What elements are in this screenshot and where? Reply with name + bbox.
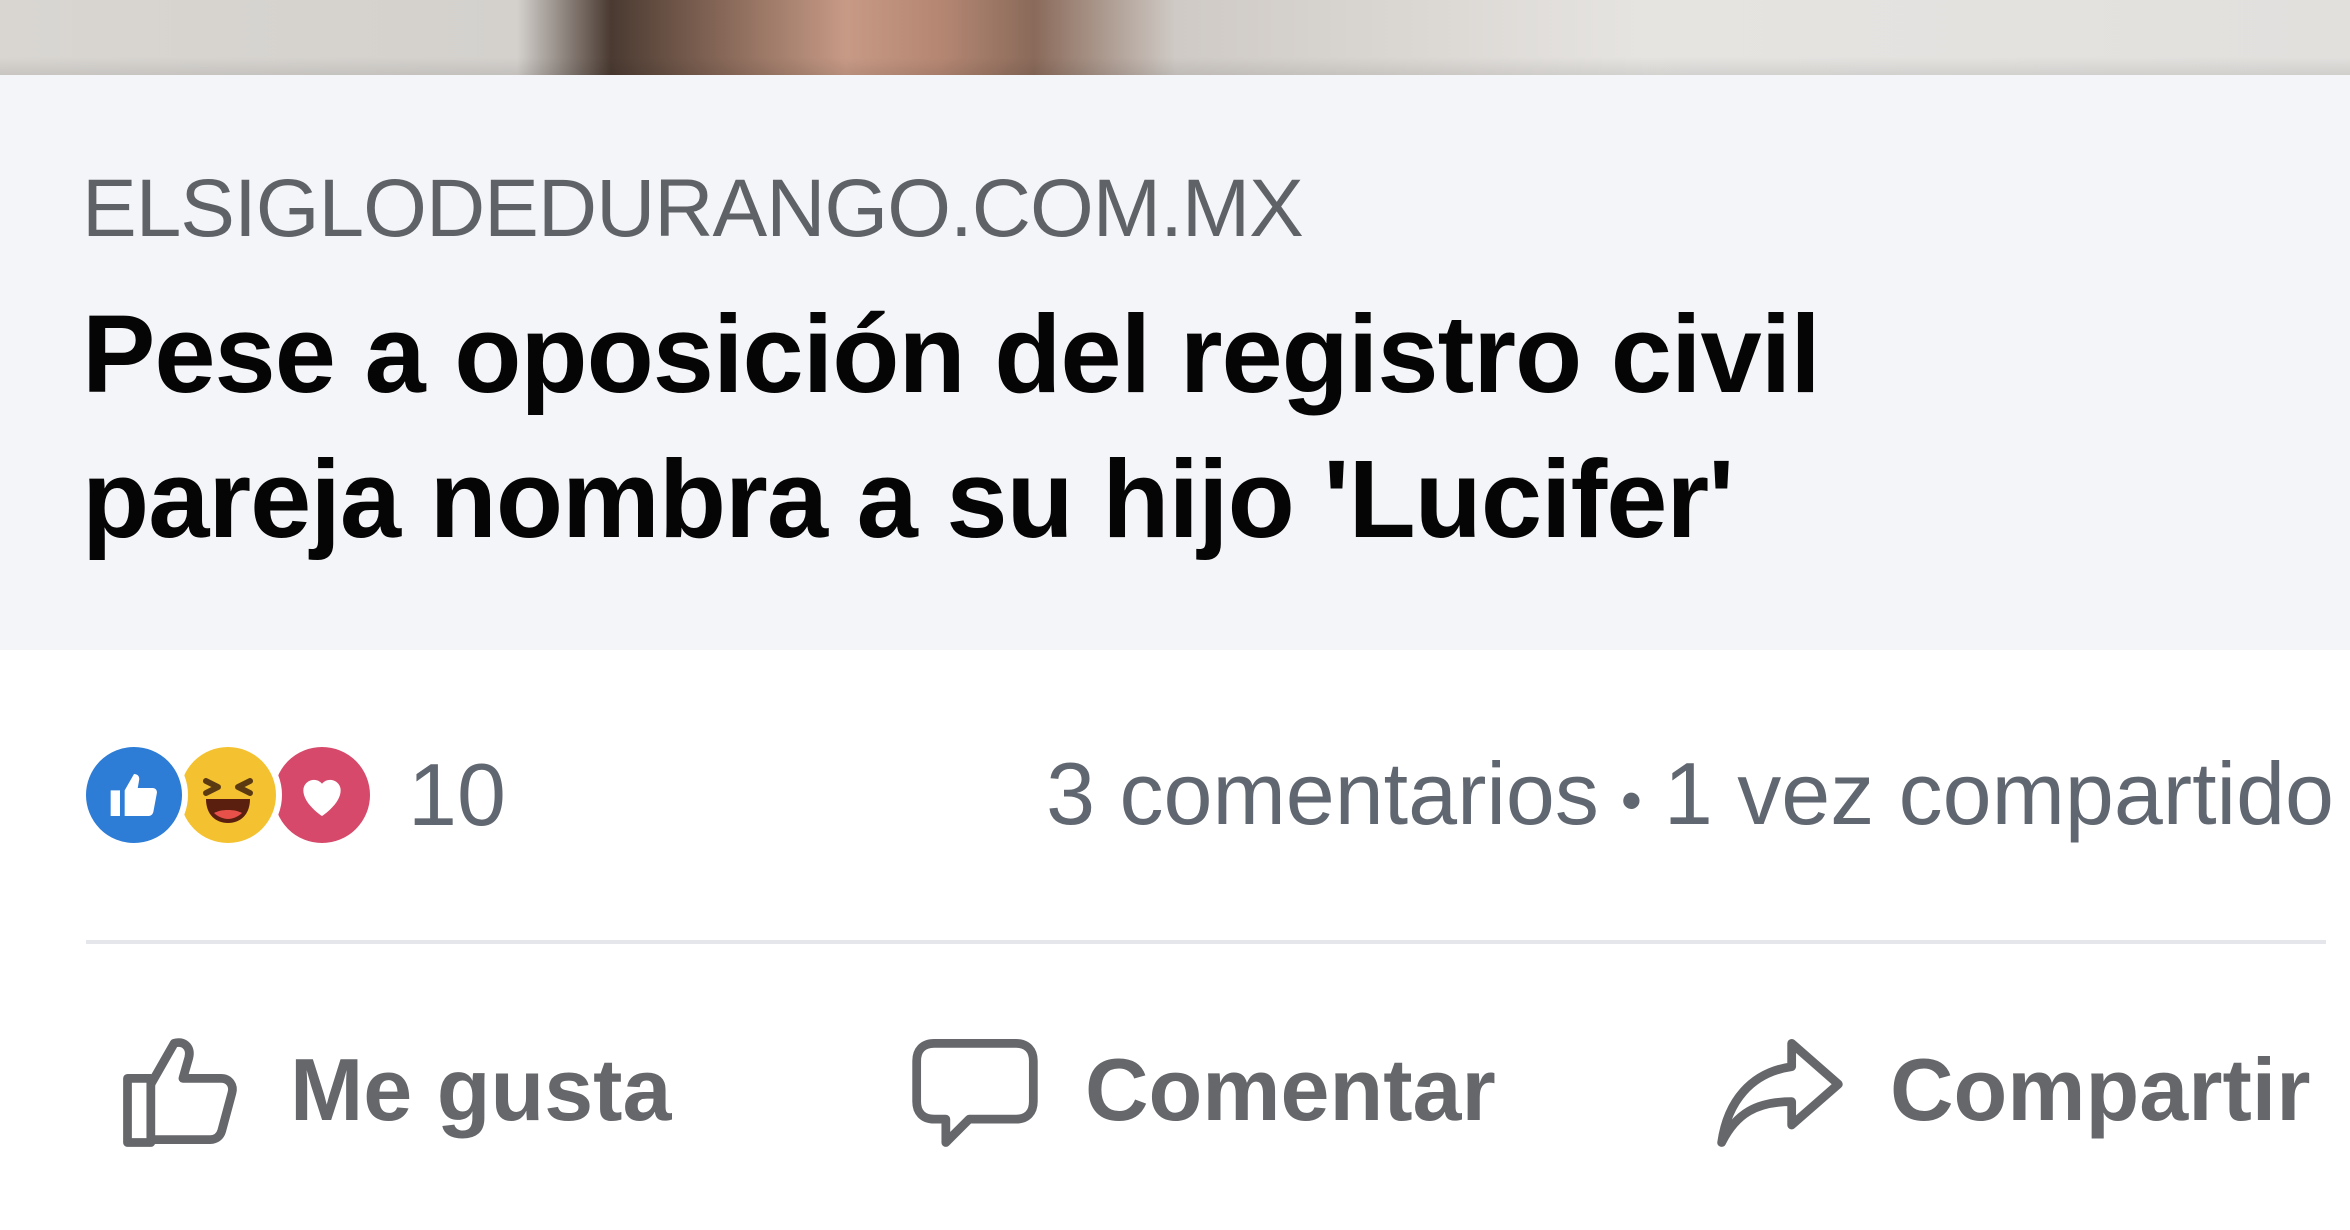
share-arrow-icon xyxy=(1710,1020,1850,1160)
speech-bubble-icon xyxy=(905,1020,1045,1160)
share-button[interactable]: Compartir xyxy=(1710,1020,2311,1160)
comment-label: Comentar xyxy=(1085,1040,1496,1139)
image-shadow xyxy=(0,57,2350,75)
reactions-summary[interactable]: 10 xyxy=(80,740,506,850)
post-actions-bar: Me gusta Comentar Compartir xyxy=(0,1000,2350,1180)
link-headline[interactable]: Pese a oposición del registro civil pare… xyxy=(82,282,2282,572)
engagement-counts: 3 comentarios • 1 vez compartido xyxy=(1046,750,2334,838)
headline-line-1: Pese a oposición del registro civil xyxy=(82,293,1821,416)
comments-count[interactable]: 3 comentarios xyxy=(1046,744,1599,843)
like-button[interactable]: Me gusta xyxy=(110,1020,671,1160)
shares-count[interactable]: 1 vez compartido xyxy=(1664,744,2334,843)
link-preview-image[interactable] xyxy=(0,0,2350,75)
actions-divider xyxy=(86,940,2326,944)
like-label: Me gusta xyxy=(290,1040,672,1139)
love-icon xyxy=(268,741,376,849)
share-label: Compartir xyxy=(1890,1040,2311,1139)
like-icon xyxy=(80,741,188,849)
haha-icon xyxy=(174,741,282,849)
link-domain: ELSIGLODEDURANGO.COM.MX xyxy=(82,163,1304,254)
comment-button[interactable]: Comentar xyxy=(905,1020,1496,1160)
thumbs-up-icon xyxy=(110,1020,250,1160)
reaction-count: 10 xyxy=(408,745,506,844)
facebook-post: ELSIGLODEDURANGO.COM.MX Pese a oposición… xyxy=(0,0,2350,1230)
post-stats-bar: 10 3 comentarios • 1 vez compartido xyxy=(0,720,2350,880)
stats-separator: • xyxy=(1620,766,1642,834)
headline-line-2: pareja nombra a su hijo 'Lucifer' xyxy=(82,438,1734,561)
